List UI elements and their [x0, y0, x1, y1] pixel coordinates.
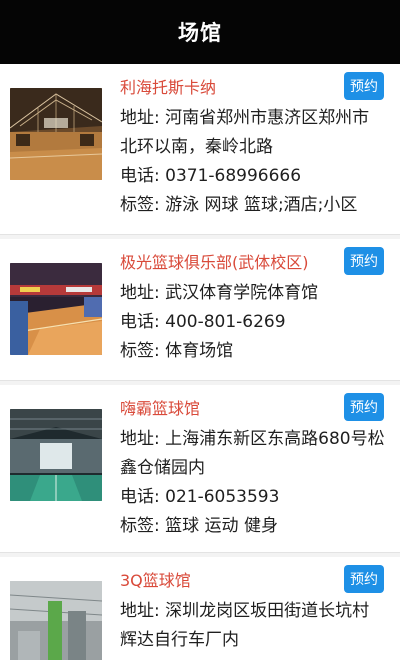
venue-card[interactable]: 3Q篮球馆 地址: 深圳龙岗区坂田街道长坑村辉达自行车厂内 预约: [0, 557, 400, 660]
reserve-button[interactable]: 预约: [344, 72, 384, 100]
venue-tags: 标签: 篮球 运动 健身: [120, 516, 278, 536]
venue-tags: 标签: 体育场馆: [120, 341, 234, 361]
venue-phone: 电话: 021-6053593: [120, 487, 280, 507]
venue-address: 地址: 河南省郑州市惠济区郑州市北环以南，秦岭北路: [120, 108, 370, 157]
venue-address: 地址: 上海浦东新区东高路680号松鑫仓储园内: [120, 429, 385, 478]
venue-photo: [10, 581, 102, 660]
reserve-button[interactable]: 预约: [344, 393, 384, 421]
reserve-button[interactable]: 预约: [344, 247, 384, 275]
reserve-button[interactable]: 预约: [344, 565, 384, 593]
venue-address: 地址: 武汉体育学院体育馆: [120, 283, 319, 303]
venue-photo: [10, 88, 102, 180]
venue-card[interactable]: 极光篮球俱乐部(武体校区) 地址: 武汉体育学院体育馆 电话: 400-801-…: [0, 239, 400, 381]
venue-card[interactable]: 利海托斯卡纳 地址: 河南省郑州市惠济区郑州市北环以南，秦岭北路 电话: 037…: [0, 64, 400, 235]
venue-photo: [10, 263, 102, 355]
venue-photo: [10, 409, 102, 501]
venue-phone: 电话: 400-801-6269: [120, 312, 286, 332]
venue-tags: 标签: 游泳 网球 篮球;酒店;小区: [120, 195, 358, 215]
venue-address: 地址: 深圳龙岗区坂田街道长坑村辉达自行车厂内: [120, 601, 370, 650]
page-title: 场馆: [178, 21, 222, 45]
venue-phone: 电话: 0371-68996666: [120, 166, 302, 186]
venue-list: 利海托斯卡纳 地址: 河南省郑州市惠济区郑州市北环以南，秦岭北路 电话: 037…: [0, 64, 400, 660]
app-header: 场馆: [0, 0, 400, 64]
venue-card[interactable]: 嗨霸篮球馆 地址: 上海浦东新区东高路680号松鑫仓储园内 电话: 021-60…: [0, 385, 400, 553]
